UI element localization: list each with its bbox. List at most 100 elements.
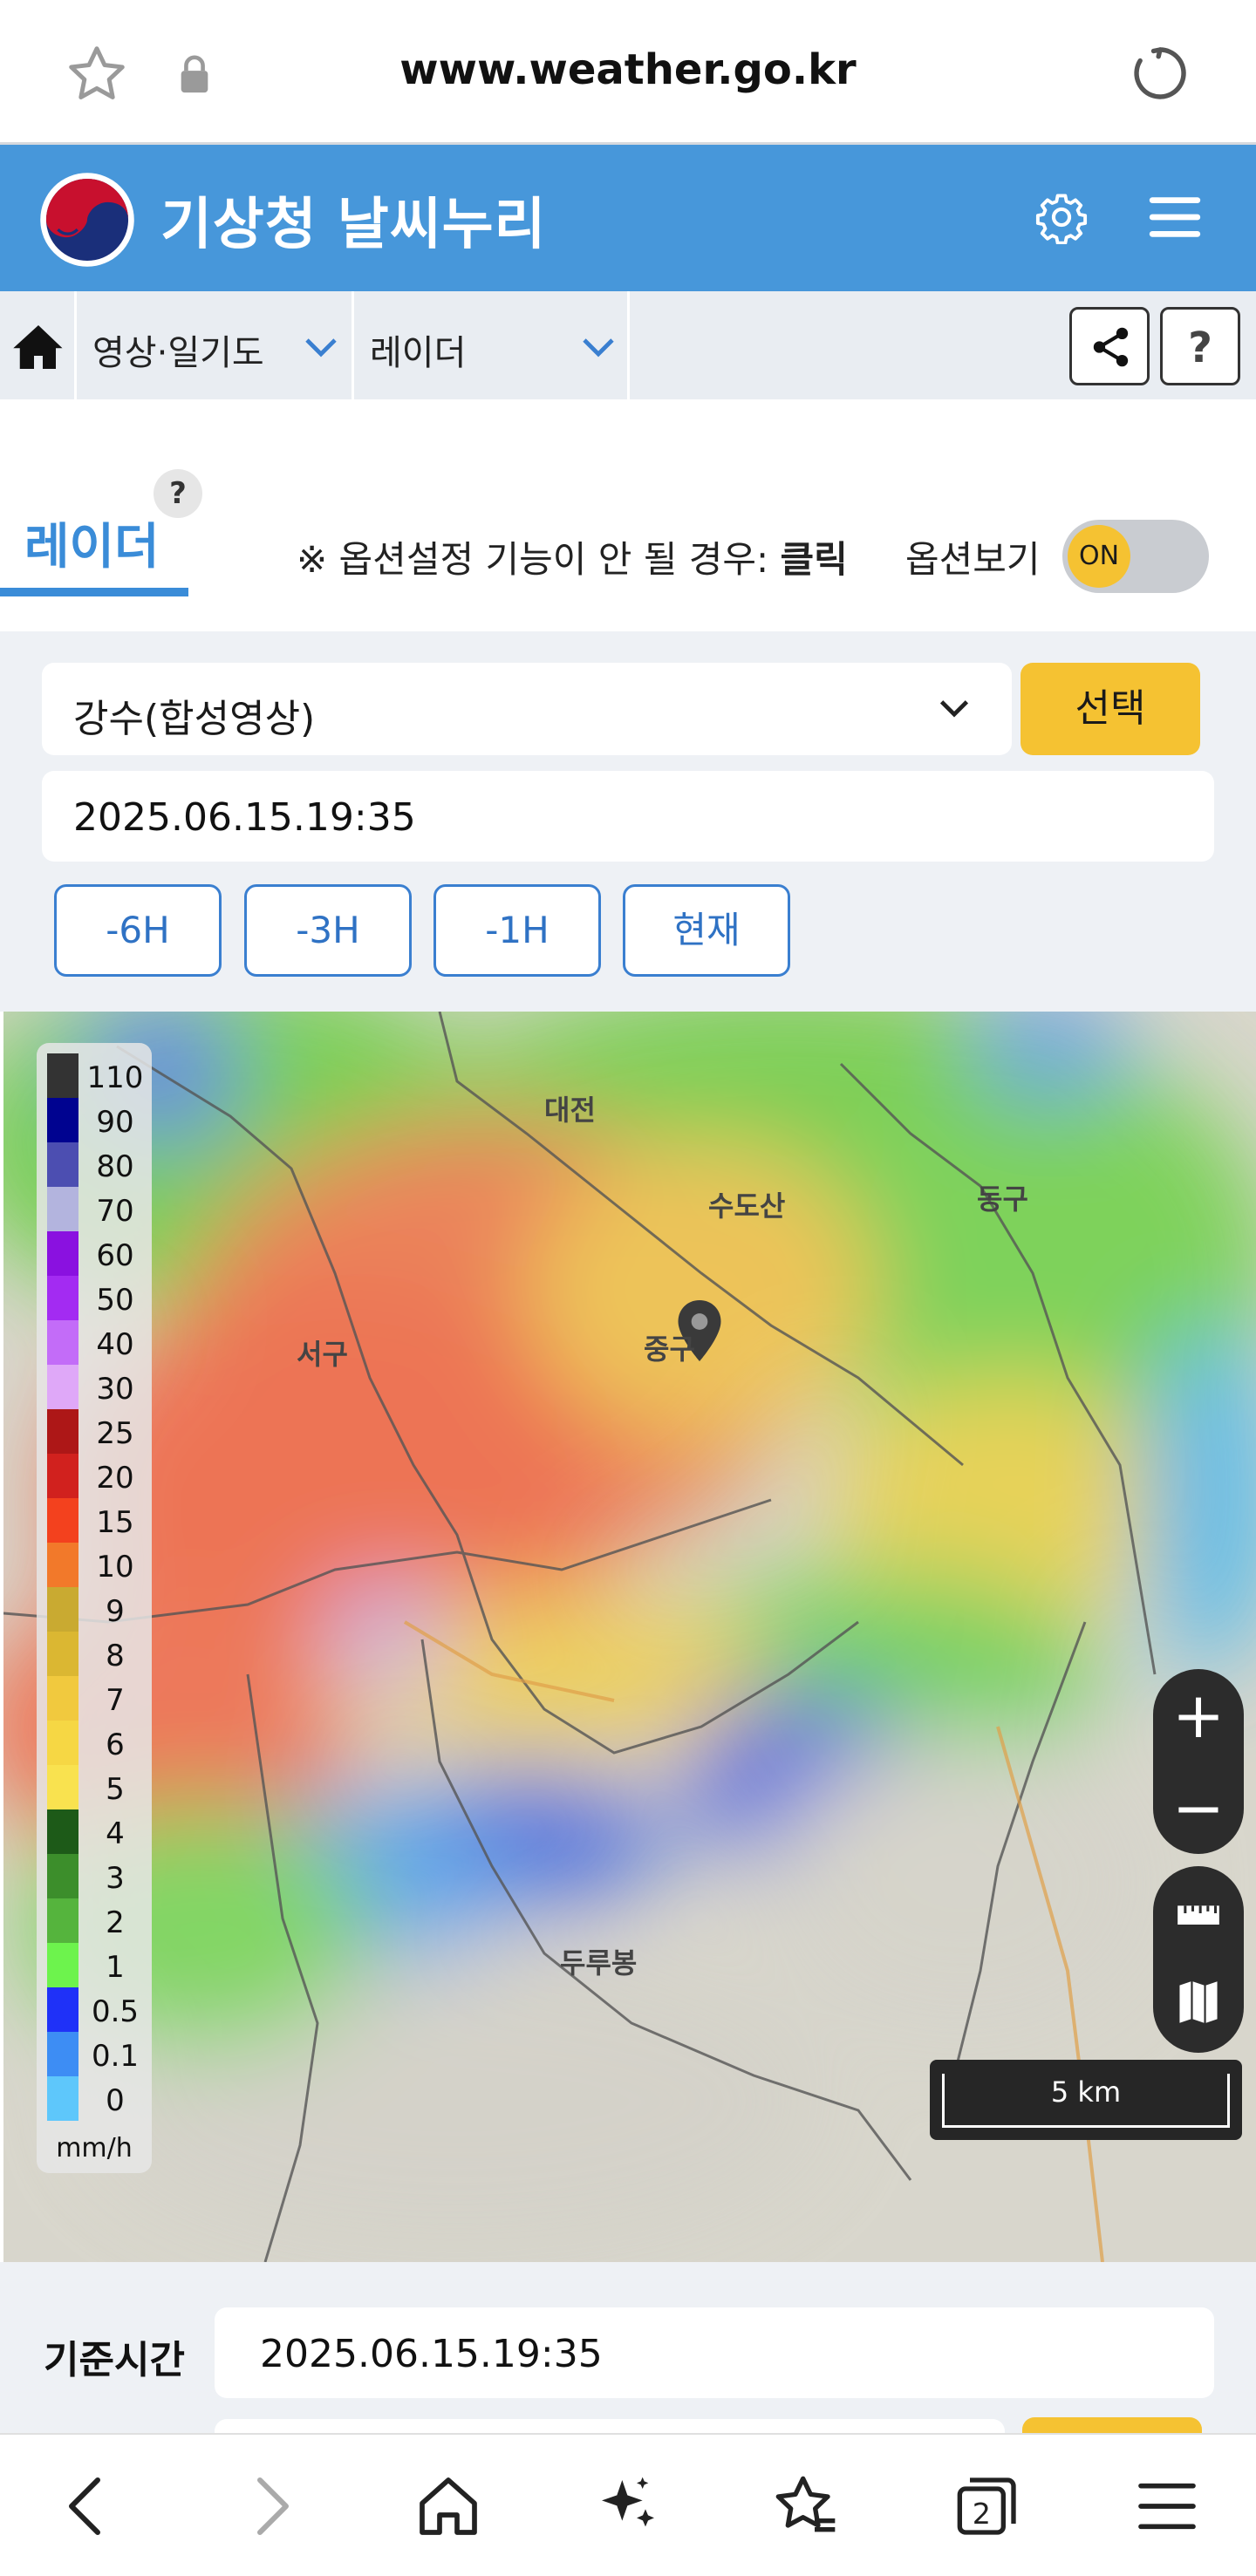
legend-row: 2 xyxy=(47,1898,152,1943)
option-notice-text: ※ 옵션설정 기능이 안 될 경우: xyxy=(297,538,769,581)
tab-radar[interactable]: 레이더 xyxy=(24,508,160,578)
legend-level: 5 xyxy=(106,1772,125,1807)
tab-count: 2 xyxy=(973,2497,991,2531)
browser-bottom-toolbar: 2 xyxy=(0,2433,1256,2576)
help-button[interactable]: ? xyxy=(1160,307,1240,385)
product-select[interactable]: 강수(합성영상) xyxy=(42,663,1012,755)
legend-level: 50 xyxy=(96,1283,134,1318)
legend-row: 90 xyxy=(47,1098,152,1142)
zoom-out-button[interactable]: − xyxy=(1153,1762,1244,1854)
legend-swatch xyxy=(47,1854,78,1898)
legend-swatch xyxy=(47,1365,78,1409)
breadcrumb-page-dropdown[interactable]: 레이더 xyxy=(354,291,630,399)
share-icon xyxy=(1093,327,1129,367)
time-minus-6h-button[interactable]: -6H xyxy=(54,884,222,977)
legend-level: 0.5 xyxy=(91,1994,140,2029)
zoom-in-button[interactable]: + xyxy=(1153,1669,1244,1762)
time-minus-3h-button[interactable]: -3H xyxy=(244,884,412,977)
time-minus-1h-button[interactable]: -1H xyxy=(433,884,601,977)
legend-swatch xyxy=(47,1898,78,1943)
legend-level: 20 xyxy=(96,1461,134,1496)
legend-level: 1 xyxy=(106,1950,125,1985)
datetime-input[interactable]: 2025.06.15.19:35 xyxy=(42,771,1214,862)
legend-swatch xyxy=(47,1142,78,1187)
legend-swatch xyxy=(47,1454,78,1498)
breadcrumb-page-label: 레이더 xyxy=(370,333,467,373)
legend-swatch xyxy=(47,1498,78,1543)
base-time-label: 기준시간 xyxy=(44,2338,185,2382)
help-question-mark: ? xyxy=(1188,324,1212,372)
legend-level: 9 xyxy=(106,1594,125,1629)
product-select-value: 강수(합성영상) xyxy=(73,697,316,741)
legend-level: 30 xyxy=(96,1372,134,1407)
legend-level: 4 xyxy=(106,1816,125,1851)
legend-swatch xyxy=(47,1943,78,1987)
legend-row: 60 xyxy=(47,1231,152,1276)
share-button[interactable] xyxy=(1069,307,1150,385)
base-time-section: 기준시간 2025.06.15.19:35 xyxy=(0,2262,1256,2454)
radar-map[interactable]: 110 90 80 70 60 50 40 30 25 20 15 10 9 8 7 6 5 4 3 2 1 0.5 0.1… xyxy=(3,1012,1256,2262)
legend-level: 110 xyxy=(86,1060,144,1095)
browser-menu-icon[interactable] xyxy=(1132,2471,1202,2541)
option-view-toggle[interactable]: ON xyxy=(1062,520,1209,593)
scale-bar-label: 5 km xyxy=(1050,2075,1122,2109)
legend-row: 6 xyxy=(47,1721,152,1765)
legend-level: 60 xyxy=(96,1238,134,1273)
legend-swatch xyxy=(47,1187,78,1231)
zoom-control: + − xyxy=(1153,1669,1244,1854)
legend-level: 3 xyxy=(106,1861,125,1896)
legend-swatch xyxy=(47,1409,78,1454)
option-notice: ※ 옵션설정 기능이 안 될 경우: 클릭 xyxy=(297,530,848,583)
legend-level: 40 xyxy=(96,1327,134,1362)
legend-unit: mm/h xyxy=(56,2133,133,2164)
map-label-daejeon: 대전 xyxy=(544,1094,596,1127)
legend-row: 15 xyxy=(47,1498,152,1543)
legend-swatch xyxy=(47,1987,78,2032)
home-icon[interactable] xyxy=(413,2471,483,2541)
toggle-knob: ON xyxy=(1068,525,1130,588)
home-icon xyxy=(13,325,63,369)
map-label-sudosan: 수도산 xyxy=(708,1189,786,1223)
option-notice-link[interactable]: 클릭 xyxy=(781,538,848,581)
home-button[interactable] xyxy=(0,291,77,399)
url-text[interactable]: www.weather.go.kr xyxy=(0,45,1256,94)
legend-row: 4 xyxy=(47,1809,152,1854)
time-now-button[interactable]: 현재 xyxy=(623,884,790,977)
legend-level: 7 xyxy=(106,1683,125,1718)
legend-swatch xyxy=(47,1320,78,1365)
legend-swatch xyxy=(47,1231,78,1276)
map-label-jung-gu: 중구 xyxy=(644,1332,695,1366)
reload-icon[interactable] xyxy=(1129,42,1191,105)
legend-level: 25 xyxy=(96,1416,134,1451)
legend-swatch xyxy=(47,1632,78,1676)
legend-level: 70 xyxy=(96,1194,134,1229)
base-time-field[interactable]: 2025.06.15.19:35 xyxy=(215,2307,1214,2398)
breadcrumb-category-dropdown[interactable]: 영상·일기도 xyxy=(77,291,354,399)
back-arrow-icon[interactable] xyxy=(54,2471,124,2541)
tabs-icon[interactable]: 2 xyxy=(952,2471,1022,2541)
legend-row: 30 xyxy=(47,1365,152,1409)
forward-arrow-icon[interactable] xyxy=(234,2471,304,2541)
site-title[interactable]: 기상청 날씨누리 xyxy=(160,180,546,260)
legend-swatch xyxy=(47,1053,78,1098)
legend-swatch xyxy=(47,1676,78,1721)
breadcrumb: 영상·일기도 레이더 ? xyxy=(0,291,1256,399)
hamburger-menu-icon[interactable] xyxy=(1148,190,1202,244)
legend-swatch xyxy=(47,1809,78,1854)
legend-row: 8 xyxy=(47,1632,152,1676)
map-label-dong-gu: 동구 xyxy=(977,1182,1028,1216)
legend-level: 10 xyxy=(96,1550,134,1584)
ruler-icon[interactable] xyxy=(1176,1891,1221,1936)
precipitation-legend: 110 90 80 70 60 50 40 30 25 20 15 10 9 8 7 6 5 4 3 2 1 0.5 0.1… xyxy=(37,1043,152,2173)
bookmarks-star-icon[interactable] xyxy=(771,2471,841,2541)
datetime-value: 2025.06.15.19:35 xyxy=(73,795,416,840)
map-label-durubong: 두루봉 xyxy=(560,1946,638,1980)
breadcrumb-category-label: 영상·일기도 xyxy=(92,333,264,373)
radar-help-badge[interactable]: ? xyxy=(154,469,202,518)
legend-swatch xyxy=(47,1587,78,1632)
kma-logo-icon[interactable] xyxy=(38,171,136,269)
select-button[interactable]: 선택 xyxy=(1020,663,1200,755)
map-layer-icon[interactable] xyxy=(1176,1978,1221,2027)
sparkle-ai-icon[interactable] xyxy=(593,2471,663,2541)
gear-icon[interactable] xyxy=(1034,190,1089,244)
